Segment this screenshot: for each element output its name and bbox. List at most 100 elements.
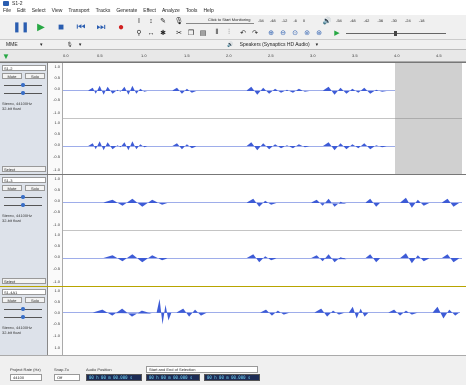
scale-label: 1.0	[54, 64, 60, 69]
solo-button[interactable]: Solo	[25, 185, 45, 191]
play-speed-slider[interactable]	[346, 31, 446, 36]
snap-to-select[interactable]: Off	[54, 374, 80, 381]
slider-knob[interactable]	[21, 195, 25, 199]
menu-edit[interactable]: Edit	[17, 8, 26, 14]
menu-file[interactable]: File	[3, 8, 11, 14]
chevron-down-icon[interactable]: ▾	[40, 42, 43, 48]
audio-position-field[interactable]: 00 h 00 m 00.000 s	[86, 374, 142, 381]
selection-mode-select[interactable]: Start and End of Selection	[146, 366, 258, 373]
menu-tools[interactable]: Tools	[186, 8, 198, 14]
meter-tick: -54	[258, 18, 264, 23]
main-toolbar: ❚❚ ▶ ■ ⏮ ⏭ ● I ↕ ✎ ⚲ ↔ ✱ 🎙 Click to Star…	[0, 15, 466, 40]
slider-handle[interactable]	[394, 31, 397, 36]
mute-button[interactable]: Mute	[2, 73, 22, 79]
menu-generate[interactable]: Generate	[116, 8, 137, 14]
record-button[interactable]: ●	[112, 18, 130, 36]
envelope-tool-icon[interactable]: ↕	[146, 16, 156, 26]
slider-knob[interactable]	[21, 307, 25, 311]
draw-tool-icon[interactable]: ✎	[158, 16, 168, 26]
chevron-down-icon[interactable]: ▾	[316, 42, 319, 48]
play-at-speed-icon[interactable]: ▶	[332, 28, 342, 38]
slider-knob[interactable]	[21, 203, 25, 207]
pause-button[interactable]: ❚❚	[12, 18, 30, 36]
gain-slider[interactable]	[4, 83, 42, 87]
zoom-tool-icon[interactable]: ⚲	[134, 28, 144, 38]
audio-track[interactable]: S1-2 Mute Solo Stereo, 44100Hz 32-bit fl…	[0, 62, 466, 174]
record-meter[interactable]: Click to Start Monitoring	[186, 17, 254, 24]
track-name-button[interactable]: S1-3	[2, 177, 46, 183]
selection-end-field[interactable]: 00 h 00 m 00.000 s	[204, 374, 260, 381]
select-button[interactable]: Select	[2, 166, 46, 172]
play-button[interactable]: ▶	[32, 18, 50, 36]
menu-select[interactable]: Select	[32, 8, 46, 14]
waveform[interactable]	[63, 63, 463, 174]
pin-icon[interactable]: ▼	[2, 52, 10, 61]
audio-track[interactable]: S1-3 Mute Solo Stereo, 44100Hz 32-bit fl…	[0, 174, 466, 286]
waveform[interactable]	[63, 287, 461, 355]
skip-start-button[interactable]: ⏮	[72, 18, 90, 36]
multi-tool-icon[interactable]: ✱	[158, 28, 168, 38]
mute-button[interactable]: Mute	[2, 297, 22, 303]
silence-icon[interactable]: ⫶	[224, 28, 234, 38]
chevron-down-icon[interactable]: ▾	[79, 42, 82, 48]
gain-slider[interactable]	[4, 195, 42, 199]
host-select[interactable]: MME	[6, 42, 34, 48]
zoom-out-icon[interactable]: ⊖	[278, 28, 288, 38]
meter-tick: -30	[391, 18, 397, 23]
project-rate-select[interactable]: 44100	[10, 374, 42, 381]
select-button[interactable]: Select	[2, 278, 46, 284]
menu-transport[interactable]: Transport	[68, 8, 89, 14]
track-name-button[interactable]: S1-2	[2, 65, 46, 71]
selection-start-field[interactable]: 00 h 00 m 00.000 s	[146, 374, 200, 381]
menu-view[interactable]: View	[52, 8, 63, 14]
solo-button[interactable]: Solo	[25, 297, 45, 303]
stop-button[interactable]: ■	[52, 18, 70, 36]
menu-analyze[interactable]: Analyze	[162, 8, 180, 14]
slider-knob[interactable]	[21, 83, 25, 87]
fit-selection-icon[interactable]: ⊙	[290, 28, 300, 38]
copy-icon[interactable]: ❐	[186, 28, 196, 38]
menu-effect[interactable]: Effect	[143, 8, 156, 14]
audio-position-label: Audio Position	[86, 367, 112, 372]
meter-tick: 0	[302, 18, 306, 23]
slider-knob[interactable]	[21, 315, 25, 319]
track-name-button[interactable]: S1-4A1	[2, 289, 46, 295]
scale-label: 0.5	[54, 131, 60, 136]
scale-label: 0.5	[54, 299, 60, 304]
timeshift-tool-icon[interactable]: ↔	[146, 28, 156, 38]
timeline-ruler[interactable]: ▼ 0.0 0.5 1.0 1.5 2.0 2.5 3.0 3.5 4.0 4.…	[0, 50, 466, 62]
gain-slider[interactable]	[4, 307, 42, 311]
track-bitdepth: 32-bit float	[2, 218, 21, 223]
pan-slider[interactable]	[4, 315, 42, 319]
undo-icon[interactable]: ↶	[238, 28, 248, 38]
solo-button[interactable]: Solo	[25, 73, 45, 79]
menu-tracks[interactable]: Tracks	[96, 8, 111, 14]
skip-end-button[interactable]: ⏭	[92, 18, 110, 36]
scale-label: 0.0	[54, 254, 60, 259]
zoom-in-icon[interactable]: ⊕	[266, 28, 276, 38]
rate-label: Project Rate (Hz)	[10, 367, 41, 372]
pan-slider[interactable]	[4, 203, 42, 207]
selection-tool-icon[interactable]: I	[134, 16, 144, 26]
redo-icon[interactable]: ↷	[250, 28, 260, 38]
meter-tick: -48	[269, 18, 276, 23]
track-bitdepth: 32-bit float	[2, 106, 21, 111]
mute-button[interactable]: Mute	[2, 185, 22, 191]
scale-label: 0.5	[54, 243, 60, 248]
fit-project-icon[interactable]: ⊚	[302, 28, 312, 38]
zoom-toggle-icon[interactable]: ⊛	[314, 28, 324, 38]
track-control-panel[interactable]: S1-2 Mute Solo Stereo, 44100Hz 32-bit fl…	[0, 63, 48, 174]
track-control-panel[interactable]: S1-4A1 Mute Solo Stereo, 44100Hz 32-bit …	[0, 287, 48, 355]
trim-icon[interactable]: ⫴	[212, 28, 222, 38]
cut-icon[interactable]: ✂	[174, 28, 184, 38]
output-device-select[interactable]: Speakers (Synaptics HD Audio)	[240, 42, 310, 48]
waveform[interactable]	[63, 175, 463, 286]
paste-icon[interactable]: ▤	[198, 28, 208, 38]
pan-slider[interactable]	[4, 91, 42, 95]
audio-track[interactable]: S1-4A1 Mute Solo Stereo, 44100Hz 32-bit …	[0, 286, 466, 355]
play-meter[interactable]: -54 -48 -42 -36 -30 -24 -18	[336, 18, 462, 24]
menu-help[interactable]: Help	[203, 8, 213, 14]
track-control-panel[interactable]: S1-3 Mute Solo Stereo, 44100Hz 32-bit fl…	[0, 175, 48, 286]
amplitude-scale: 1.0 0.5 0.0 -0.5 -1.0 1.0 0.5 0.0 -0.5 -…	[48, 175, 63, 286]
slider-knob[interactable]	[21, 91, 25, 95]
